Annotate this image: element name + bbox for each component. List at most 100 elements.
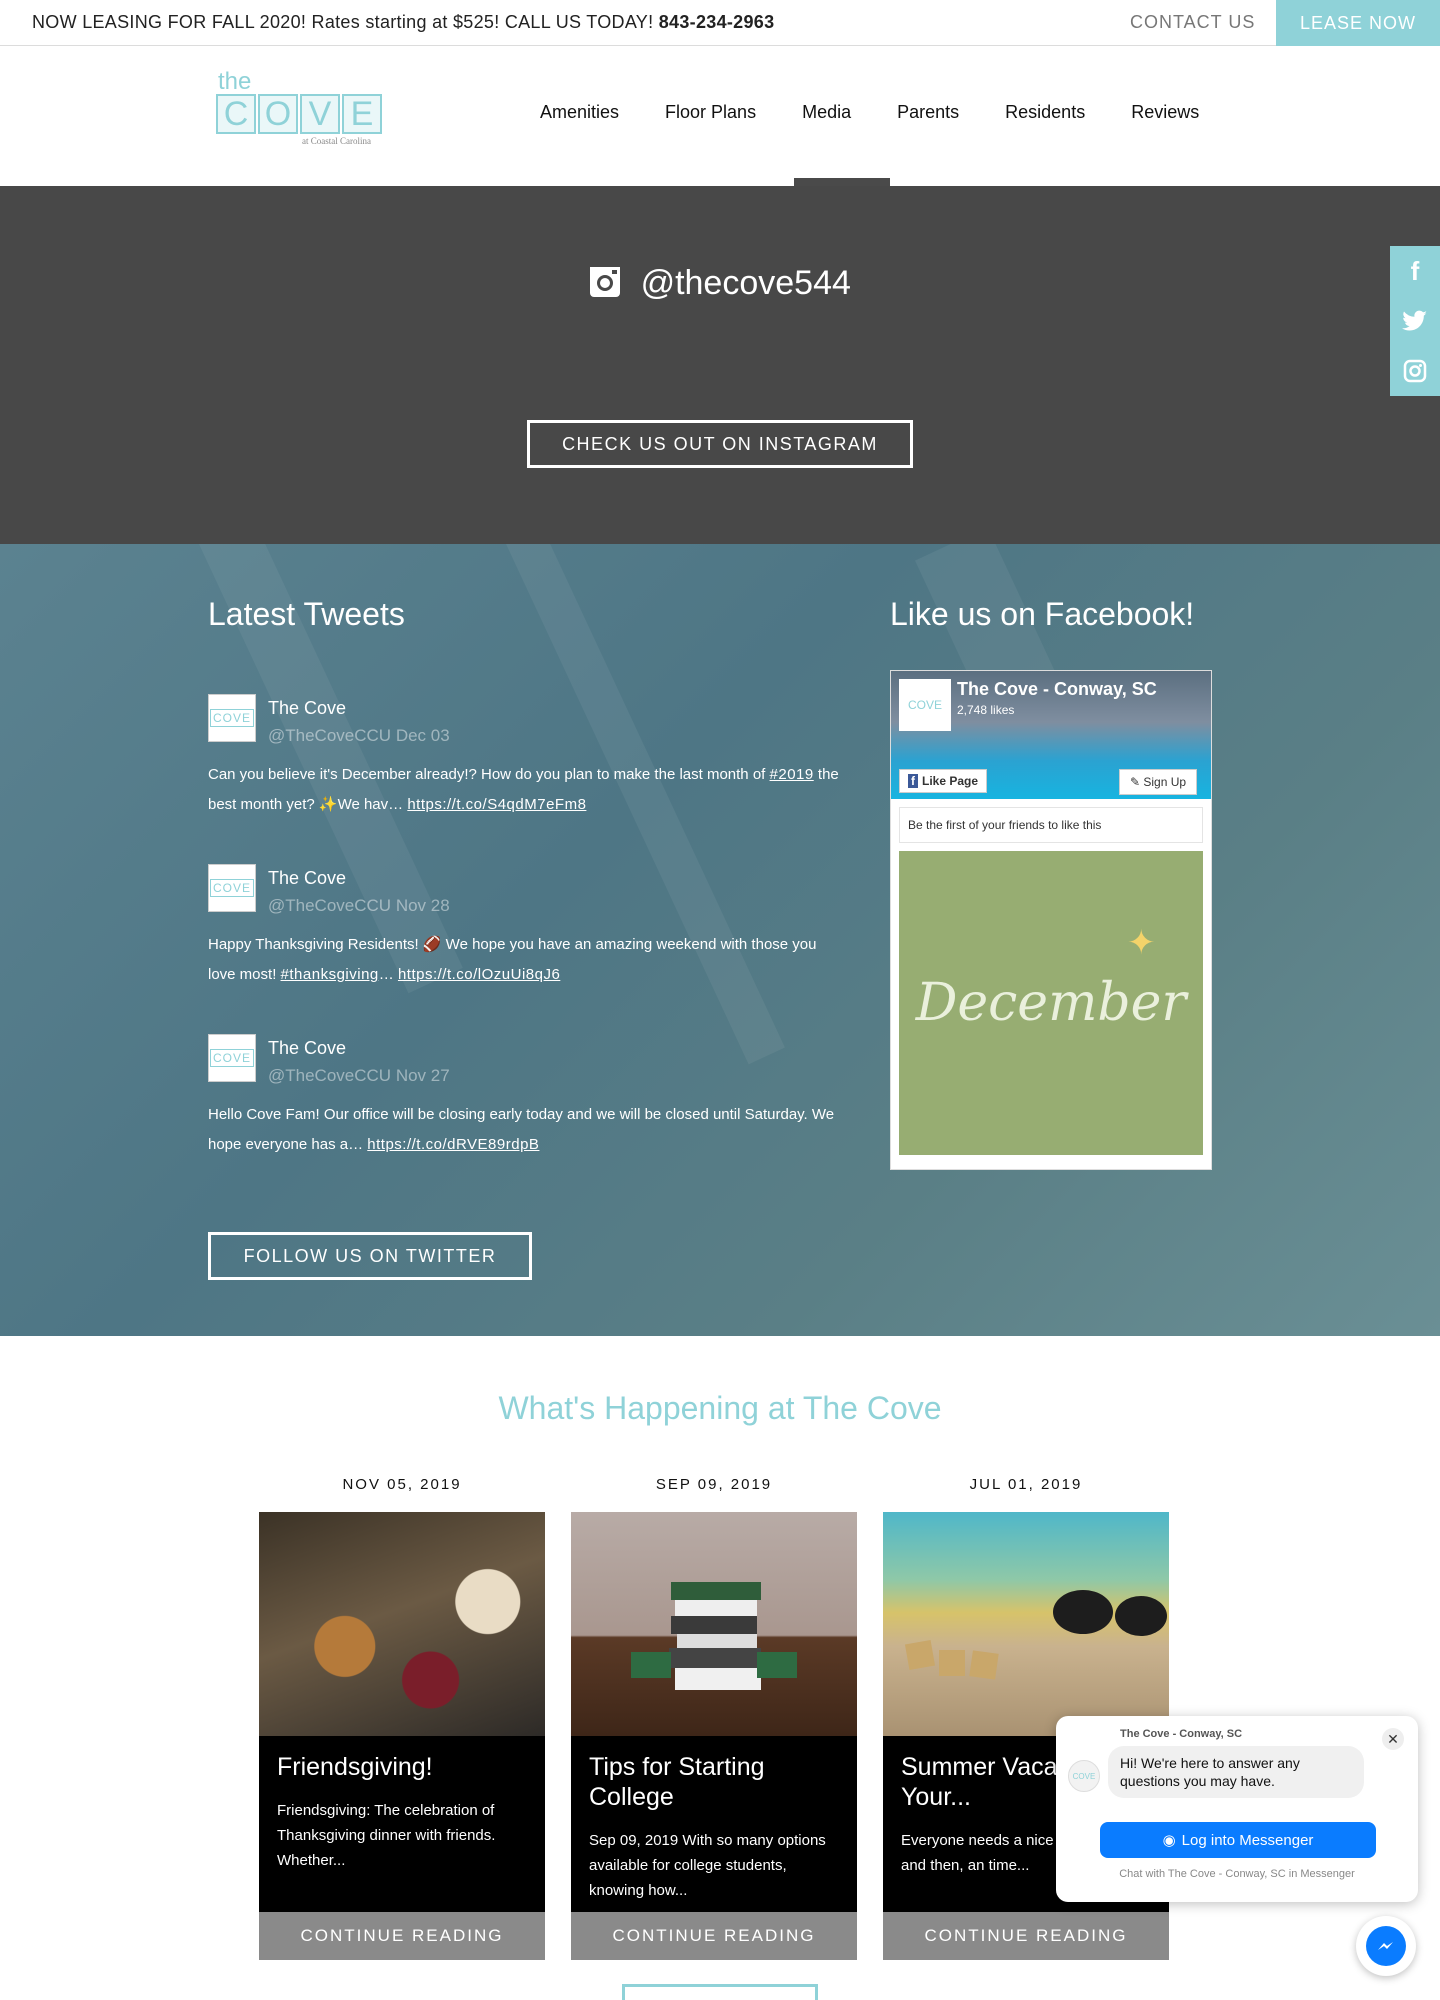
tweet-handle[interactable]: @TheCoveCCU xyxy=(268,1066,391,1085)
tweet-body-cont: … xyxy=(378,966,394,983)
logo-subtitle: at Coastal Carolina xyxy=(302,136,371,146)
tweet-avatar: COVE xyxy=(208,864,256,912)
tweet-meta: @TheCoveCCU Nov 27 xyxy=(268,1066,450,1086)
logo-letter: E xyxy=(342,94,382,134)
blog-body: Tips for Starting College Sep 09, 2019 W… xyxy=(571,1736,857,1912)
blog-title[interactable]: Tips for Starting College xyxy=(589,1752,839,1812)
instagram-button[interactable]: CHECK US OUT ON INSTAGRAM xyxy=(527,420,913,468)
close-icon[interactable]: ✕ xyxy=(1382,1728,1404,1750)
facebook-post-image[interactable]: December ✦ xyxy=(899,851,1203,1155)
nav-residents[interactable]: Residents xyxy=(1005,102,1085,123)
post-caption: December xyxy=(915,973,1187,1033)
follow-twitter-button[interactable]: FOLLOW US ON TWITTER xyxy=(208,1232,532,1280)
nav-amenities[interactable]: Amenities xyxy=(540,102,619,123)
nav-reviews[interactable]: Reviews xyxy=(1131,102,1199,123)
pencil-icon: ✎ xyxy=(1130,775,1144,789)
messenger-footer: Chat with The Cove - Conway, SC in Messe… xyxy=(1119,1868,1355,1880)
continue-reading-button[interactable]: CONTINUE READING xyxy=(883,1912,1169,1960)
tweet-text: Hello Cove Fam! Our office will be closi… xyxy=(208,1100,848,1160)
facebook-icon[interactable]: f xyxy=(1390,246,1440,296)
messenger-greeting: Hi! We're here to answer any questions y… xyxy=(1108,1746,1364,1798)
logo[interactable]: the C O V E at Coastal Carolina xyxy=(216,68,388,146)
facebook-page-logo[interactable]: COVE xyxy=(899,679,951,731)
books-illustration xyxy=(631,1582,797,1690)
tweet-hashtag[interactable]: #thanksgiving xyxy=(281,966,379,983)
tweet-handle[interactable]: @TheCoveCCU xyxy=(268,896,391,915)
sunglasses-illustration xyxy=(904,1590,1167,1680)
social-rail: f xyxy=(1390,246,1440,396)
blog-body: Friendsgiving! Friendsgiving: The celebr… xyxy=(259,1736,545,1912)
tweet-date: Dec 03 xyxy=(395,726,450,745)
social-feed-section: Latest Tweets COVE The Cove @TheCoveCCU … xyxy=(0,544,1440,1336)
messenger-bolt-icon xyxy=(1366,1926,1406,1966)
facebook-logo-icon: f xyxy=(908,774,918,788)
nav-floor-plans[interactable]: Floor Plans xyxy=(665,102,756,123)
tweet-author[interactable]: The Cove xyxy=(268,868,346,889)
logo-the: the xyxy=(218,68,252,95)
tweet-avatar: COVE xyxy=(208,694,256,742)
promo-message: NOW LEASING FOR FALL 2020! Rates startin… xyxy=(32,12,654,32)
instagram-icon xyxy=(590,267,621,297)
instagram-section: @thecove544 CHECK US OUT ON INSTAGRAM xyxy=(0,186,1440,544)
contact-us-link[interactable]: CONTACT US xyxy=(1130,12,1255,33)
logo-letter: V xyxy=(300,94,340,134)
instagram-small-icon[interactable] xyxy=(1390,346,1440,396)
blog-excerpt: Sep 09, 2019 With so many options availa… xyxy=(589,1832,826,1899)
continue-reading-button[interactable]: CONTINUE READING xyxy=(259,1912,545,1960)
nav-active-indicator xyxy=(794,178,890,186)
tweet-meta: @TheCoveCCU Dec 03 xyxy=(268,726,450,746)
blog-card: SEP 09, 2019 Tips for Starting College S… xyxy=(571,1476,857,1960)
blog-image[interactable] xyxy=(571,1512,857,1736)
nav-parents[interactable]: Parents xyxy=(897,102,959,123)
messenger-login-label: Log into Messenger xyxy=(1181,1831,1314,1849)
facebook-signup-button[interactable]: ✎ Sign Up xyxy=(1119,769,1198,795)
main-nav: Amenities Floor Plans Media Parents Resi… xyxy=(540,102,1245,123)
blog-image[interactable] xyxy=(883,1512,1169,1736)
tweet-date: Nov 28 xyxy=(395,896,450,915)
blog-title[interactable]: Friendsgiving! xyxy=(277,1752,527,1782)
facebook-like-count: 2,748 likes xyxy=(957,703,1015,717)
tweet-text: Can you believe it's December already!? … xyxy=(208,760,848,820)
blog-excerpt: Friendsgiving: The celebration of Thanks… xyxy=(277,1802,496,1869)
tweet-hashtag[interactable]: #2019 xyxy=(770,766,814,783)
facebook-heading: Like us on Facebook! xyxy=(890,596,1195,632)
tweet-author[interactable]: The Cove xyxy=(268,1038,346,1059)
logo-letter: O xyxy=(258,94,298,134)
messenger-page-name: The Cove - Conway, SC xyxy=(1120,1728,1243,1740)
lease-now-button[interactable]: LEASE NOW xyxy=(1276,0,1440,46)
phone-link[interactable]: 843-234-2963 xyxy=(659,12,775,32)
tweet-link[interactable]: https://t.co/lOzuUi8qJ6 xyxy=(398,966,560,983)
happening-heading: What's Happening at The Cove xyxy=(498,1390,942,1426)
instagram-handle-text: @thecove544 xyxy=(640,264,851,302)
facebook-cover: COVE The Cove - Conway, SC 2,748 likes f… xyxy=(891,671,1211,799)
messenger-login-button[interactable]: ◉ Log into Messenger xyxy=(1100,1822,1376,1858)
facebook-like-button[interactable]: f Like Page xyxy=(899,769,988,793)
twitter-icon[interactable] xyxy=(1390,296,1440,346)
tweet-handle[interactable]: @TheCoveCCU xyxy=(268,726,391,745)
messenger-icon: ◉ xyxy=(1162,1832,1176,1849)
continue-reading-button[interactable]: CONTINUE READING xyxy=(571,1912,857,1960)
instagram-handle[interactable]: @thecove544 xyxy=(0,264,1440,303)
sparkle-icon: ✦ xyxy=(1127,924,1156,962)
messenger-launcher[interactable] xyxy=(1356,1916,1416,1976)
tweet-text: Happy Thanksgiving Residents! 🏈 We hope … xyxy=(208,930,848,990)
facebook-page-name[interactable]: The Cove - Conway, SC xyxy=(957,679,1157,700)
tweet-date: Nov 27 xyxy=(395,1066,450,1085)
logo-letter: C xyxy=(216,94,256,134)
facebook-widget: COVE The Cove - Conway, SC 2,748 likes f… xyxy=(890,670,1212,1170)
nav-media[interactable]: Media xyxy=(802,102,851,123)
messenger-avatar: COVE xyxy=(1068,1760,1100,1792)
logo-cove: C O V E xyxy=(216,94,382,134)
site-header: the C O V E at Coastal Carolina Amenitie… xyxy=(0,46,1440,186)
view-all-button[interactable] xyxy=(622,1984,818,2000)
tweet-link[interactable]: https://t.co/S4qdM7eFm8 xyxy=(407,796,586,813)
blog-image[interactable] xyxy=(259,1512,545,1736)
tweet-avatar: COVE xyxy=(208,1034,256,1082)
tweet-meta: @TheCoveCCU Nov 28 xyxy=(268,896,450,916)
messenger-popup: The Cove - Conway, SC COVE Hi! We're her… xyxy=(1056,1716,1418,1902)
blog-date: JUL 01, 2019 xyxy=(969,1476,1083,1493)
tweet-author[interactable]: The Cove xyxy=(268,698,346,719)
tweet-link[interactable]: https://t.co/dRVE89rdpB xyxy=(367,1136,539,1153)
facebook-like-label: Like Page xyxy=(922,774,979,788)
blog-date: SEP 09, 2019 xyxy=(655,1476,773,1493)
